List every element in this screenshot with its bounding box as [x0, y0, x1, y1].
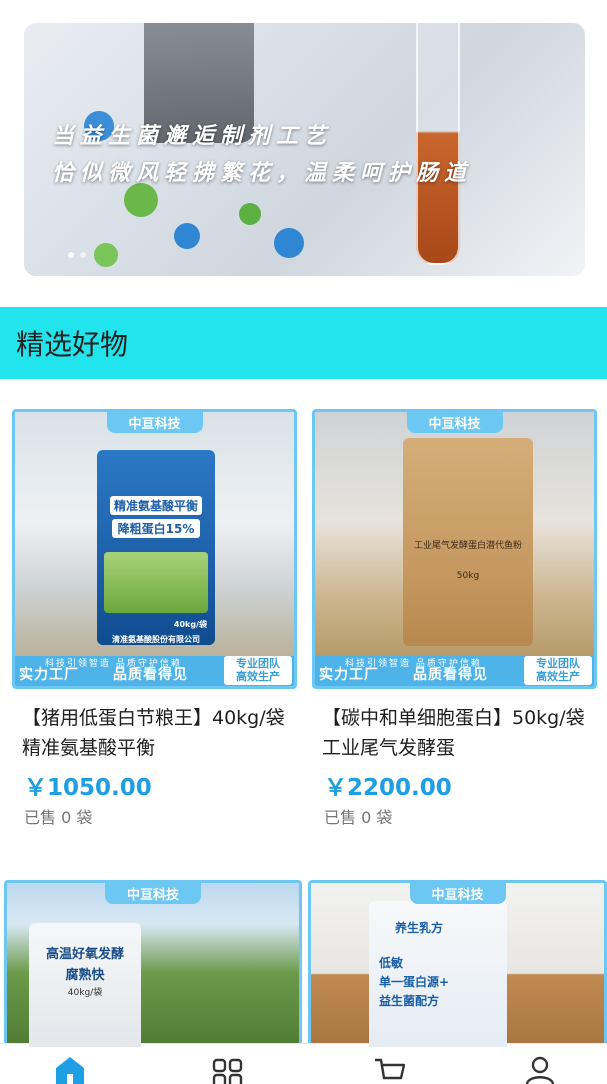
brand-tag: 中亘科技: [104, 883, 202, 904]
fertilizer-bag: 高温好氧发酵 腐熟快 40kg/袋: [29, 923, 141, 1047]
bag-weight: 40kg/袋: [67, 988, 103, 998]
image-footer: 科技引领智造 品质守护信赖 实力工厂 品质看得见 专业团队 高效生产: [315, 656, 594, 686]
product-price: ￥2200.00: [324, 775, 452, 801]
bag-company: 清准氨基酸股份有限公司: [112, 635, 200, 644]
brand-tag: 中亘科技: [409, 883, 506, 904]
team-badge-line: 专业团队: [536, 657, 580, 670]
bag-headline: 高温好氧发酵: [45, 947, 124, 962]
bag-headline: 工业尾气发酵蛋白潜代鱼粉: [413, 541, 522, 551]
bag-farm-picture: [104, 552, 208, 613]
product-name[interactable]: 【碳中和单细胞蛋白】50kg/袋 工业尾气发酵蛋: [322, 703, 587, 765]
product-name[interactable]: 【猪用低蛋白节粮王】40kg/袋 精准氨基酸平衡: [22, 703, 287, 765]
team-badge: 专业团队 高效生产: [524, 656, 592, 685]
bag-headline: 精准氨基酸平衡: [109, 496, 202, 515]
footer-label: 实力工厂: [319, 667, 379, 683]
hero-banner[interactable]: 当益生菌邂逅制剂工艺 恰似微风轻拂繁花，温柔呵护肠道: [24, 23, 585, 276]
team-badge-line: 高效生产: [536, 670, 580, 683]
product-card[interactable]: 中亘科技 高温好氧发酵 腐熟快 40kg/袋: [4, 880, 302, 1050]
product-card[interactable]: 中亘科技 工业尾气发酵蛋白潜代鱼粉 50kg 科技引领智造 品质守护信赖 实力工…: [312, 409, 597, 689]
milk-powder-bag: 养生乳方 低敏 单一蛋白源+ 益生菌配方: [369, 901, 507, 1047]
molecule-illustration: [124, 183, 158, 217]
banner-pagination[interactable]: [68, 252, 86, 258]
footer-label: 品质看得见: [413, 667, 488, 683]
product-image[interactable]: 中亘科技 工业尾气发酵蛋白潜代鱼粉 50kg 科技引领智造 品质守护信赖 实力工…: [312, 409, 597, 689]
footer-label: 品质看得见: [113, 667, 188, 683]
banner-headline-2: 恰似微风轻拂繁花，温柔呵护肠道: [52, 161, 473, 186]
bag-subheadline: 降粗蛋白15%: [111, 519, 201, 538]
brand-tag: 中亘科技: [406, 412, 503, 433]
product-sold-count: 已售 0 袋: [24, 808, 93, 827]
brand-tag: 中亘科技: [106, 412, 203, 433]
banner-headline-1: 当益生菌邂逅制剂工艺: [52, 124, 333, 149]
molecule-illustration: [94, 243, 118, 267]
bag-weight: 50kg: [456, 571, 480, 581]
product-card[interactable]: 中亘科技 养生乳方 低敏 单一蛋白源+ 益生菌配方: [308, 880, 607, 1050]
product-image[interactable]: 中亘科技 高温好氧发酵 腐熟快 40kg/袋: [4, 880, 302, 1050]
bag-subheadline: 单一蛋白源+: [379, 975, 450, 989]
banner-dot[interactable]: [80, 252, 86, 258]
product-price: ￥1050.00: [24, 775, 152, 801]
product-card[interactable]: 中亘科技 精准氨基酸平衡 降粗蛋白15% 40kg/袋 清准氨基酸股份有限公司 …: [12, 409, 297, 689]
image-footer: 科技引领智造 品质守护信赖 实力工厂 品质看得见 专业团队 高效生产: [15, 656, 294, 686]
kraft-bag: 工业尾气发酵蛋白潜代鱼粉 50kg: [403, 438, 533, 646]
product-image[interactable]: 中亘科技 养生乳方 低敏 单一蛋白源+ 益生菌配方: [308, 880, 607, 1050]
bag-subheadline: 益生菌配方: [379, 994, 440, 1008]
feed-bag: 精准氨基酸平衡 降粗蛋白15% 40kg/袋 清准氨基酸股份有限公司: [97, 450, 215, 645]
test-tube-illustration: [416, 23, 460, 265]
bag-weight: 40kg/袋: [173, 620, 207, 629]
section-header: 精选好物: [0, 307, 607, 379]
molecule-illustration: [174, 223, 200, 249]
section-title: 精选好物: [16, 328, 129, 361]
product-sold-count: 已售 0 袋: [324, 808, 393, 827]
bag-headline: 低敏: [379, 956, 404, 970]
team-badge-line: 专业团队: [236, 657, 280, 670]
banner-dot[interactable]: [68, 252, 74, 258]
bottom-tab-bar: [0, 1043, 607, 1084]
bag-brand: 养生乳方: [395, 921, 444, 935]
molecule-illustration: [274, 228, 304, 258]
molecule-illustration: [239, 203, 261, 225]
bag-subheadline: 腐熟快: [65, 968, 105, 983]
team-badge-line: 高效生产: [236, 670, 280, 683]
product-image[interactable]: 中亘科技 精准氨基酸平衡 降粗蛋白15% 40kg/袋 清准氨基酸股份有限公司 …: [12, 409, 297, 689]
footer-label: 实力工厂: [19, 667, 79, 683]
team-badge: 专业团队 高效生产: [224, 656, 292, 685]
